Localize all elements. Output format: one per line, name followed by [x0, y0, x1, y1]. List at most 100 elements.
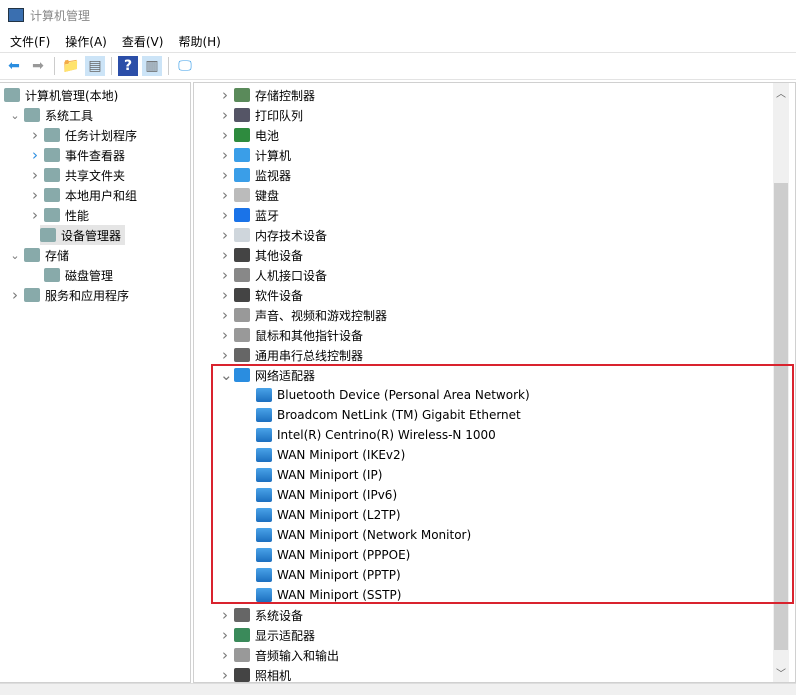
device-category-label: 计算机 [255, 148, 292, 163]
device-category[interactable]: › 电池 [220, 125, 279, 145]
system-device-icon [234, 608, 250, 622]
chevron-icon[interactable]: › [220, 286, 230, 304]
device-category-label: 监视器 [255, 168, 292, 183]
tools-icon [24, 108, 40, 122]
hid-icon [234, 268, 250, 282]
device-category-label: 软件设备 [255, 288, 304, 303]
monitor-icon [234, 168, 250, 182]
unknown-device-icon [234, 248, 250, 262]
device-category-label: 打印队列 [255, 108, 304, 123]
chevron-icon[interactable]: › [220, 626, 230, 644]
menu-file[interactable]: 文件(F) [10, 33, 50, 50]
chevron-icon[interactable]: › [220, 186, 230, 204]
chevron-icon[interactable]: › [220, 86, 230, 104]
chevron-icon[interactable]: › [30, 126, 40, 144]
menu-action[interactable]: 操作(A) [65, 33, 107, 50]
toolbar: ⬅ ➡ 📁 ▤ ? ▥ 🖵 [0, 52, 796, 80]
device-category[interactable]: › 鼠标和其他指针设备 [220, 325, 363, 345]
chevron-icon[interactable]: › [220, 166, 230, 184]
monitor-icon[interactable]: 🖵 [175, 56, 195, 76]
chevron-icon[interactable]: › [10, 286, 20, 304]
toolbar-separator [168, 57, 169, 75]
scroll-up-icon[interactable]: ︿ [773, 85, 789, 100]
chevron-icon[interactable]: › [220, 226, 230, 244]
tree-item-label: 系统工具 [45, 108, 94, 123]
menu-bar: 文件(F) 操作(A) 查看(V) 帮助(H) [0, 30, 796, 52]
chevron-icon[interactable]: › [220, 606, 230, 624]
menu-view[interactable]: 查看(V) [122, 33, 164, 50]
chevron-icon[interactable]: › [220, 246, 230, 264]
chevron-icon[interactable]: › [220, 326, 230, 344]
chevron-icon[interactable]: › [30, 166, 40, 184]
forward-icon[interactable]: ➡ [28, 56, 48, 76]
software-device-icon [234, 288, 250, 302]
tree-item[interactable]: › 共享文件夹 [30, 165, 125, 185]
tree-item-label: 计算机管理(本地) [25, 88, 119, 103]
scroll-down-icon[interactable]: ﹀ [773, 665, 789, 680]
bluetooth-icon [234, 208, 250, 222]
tree-item-label: 共享文件夹 [65, 168, 126, 183]
tree-item[interactable]: ⌄ 系统工具 [10, 105, 93, 125]
tree-item[interactable]: 设备管理器 [40, 225, 126, 245]
chevron-icon[interactable]: › [220, 146, 230, 164]
memory-device-icon [234, 228, 250, 242]
device-category-label: 其他设备 [255, 248, 304, 263]
menu-help[interactable]: 帮助(H) [178, 33, 220, 50]
chevron-icon[interactable]: › [220, 346, 230, 364]
show-hide-tree-icon[interactable]: ▤ [85, 56, 105, 76]
disk-icon [44, 268, 60, 282]
tree-item[interactable]: 磁盘管理 [30, 265, 113, 285]
tree-item-label: 磁盘管理 [65, 268, 114, 283]
tree-item[interactable]: › 任务计划程序 [30, 125, 137, 145]
chevron-icon[interactable]: › [220, 666, 230, 684]
device-category[interactable]: › 通用串行总线控制器 [220, 345, 363, 365]
tree-item[interactable]: › 事件查看器 [30, 145, 125, 165]
device-category[interactable]: › 蓝牙 [220, 205, 279, 225]
device-category[interactable]: › 计算机 [220, 145, 291, 165]
computer-management-icon [8, 8, 24, 22]
device-category[interactable]: › 其他设备 [220, 245, 303, 265]
chevron-icon[interactable]: › [220, 106, 230, 124]
device-category-label: 电池 [255, 128, 280, 143]
audio-icon [234, 648, 250, 662]
display-adapter-icon [234, 628, 250, 642]
status-bar [0, 683, 796, 695]
device-category[interactable]: › 内存技术设备 [220, 225, 327, 245]
device-category[interactable]: › 人机接口设备 [220, 265, 327, 285]
chevron-icon[interactable]: › [30, 146, 40, 164]
tree-item[interactable]: › 本地用户和组 [30, 185, 137, 205]
chevron-icon[interactable]: › [220, 266, 230, 284]
device-category[interactable]: › 声音、视频和游戏控制器 [220, 305, 387, 325]
device-category[interactable]: › 打印队列 [220, 105, 303, 125]
highlight-box [211, 364, 794, 604]
chevron-icon[interactable]: › [30, 186, 40, 204]
help-icon[interactable]: ? [118, 56, 138, 76]
storage-icon [24, 248, 40, 262]
tree-item[interactable]: › 服务和应用程序 [10, 285, 129, 305]
chevron-icon[interactable]: › [220, 126, 230, 144]
tree-item[interactable]: › 性能 [30, 205, 89, 225]
device-category[interactable]: › 显示适配器 [220, 625, 315, 645]
device-category[interactable]: › 存储控制器 [220, 85, 315, 105]
chevron-icon[interactable]: › [220, 306, 230, 324]
back-icon[interactable]: ⬅ [4, 56, 24, 76]
device-category[interactable]: › 音频输入和输出 [220, 645, 339, 665]
up-folder-icon[interactable]: 📁 [61, 56, 81, 76]
tree-item[interactable]: 计算机管理(本地) [4, 85, 118, 105]
chevron-icon[interactable]: ⌄ [10, 109, 20, 122]
chevron-icon[interactable]: › [30, 206, 40, 224]
show-action-pane-icon[interactable]: ▥ [142, 56, 162, 76]
computer-icon [234, 148, 250, 162]
chevron-icon[interactable]: › [220, 646, 230, 664]
device-category-label: 鼠标和其他指针设备 [255, 328, 364, 343]
device-category[interactable]: › 键盘 [220, 185, 279, 205]
chevron-icon[interactable]: › [220, 206, 230, 224]
device-category[interactable]: › 照相机 [220, 665, 291, 685]
toolbar-separator [54, 57, 55, 75]
device-category[interactable]: › 监视器 [220, 165, 291, 185]
tree-item-label: 事件查看器 [65, 148, 126, 163]
device-category[interactable]: › 软件设备 [220, 285, 303, 305]
chevron-icon[interactable]: ⌄ [10, 249, 20, 262]
tree-item[interactable]: ⌄ 存储 [10, 245, 69, 265]
device-category[interactable]: › 系统设备 [220, 605, 303, 625]
